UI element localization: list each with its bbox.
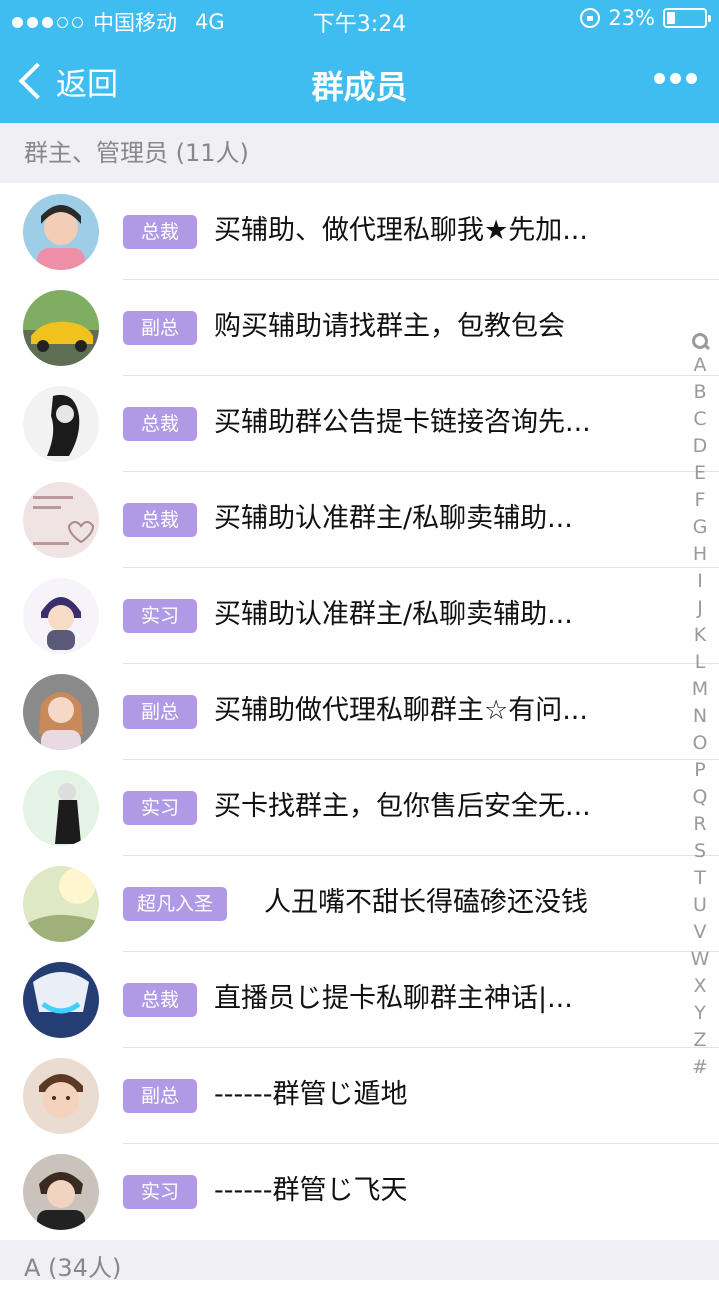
search-icon[interactable]	[690, 328, 710, 352]
nav-bar: 返回 群成员	[0, 40, 719, 123]
avatar	[23, 1154, 99, 1230]
index-letter[interactable]: U	[693, 892, 707, 919]
role-badge: 实习	[123, 599, 197, 633]
avatar	[23, 962, 99, 1038]
battery-icon	[663, 8, 711, 28]
member-name: 买辅助认准群主/私聊卖辅助...	[214, 503, 573, 534]
role-badge: 实习	[123, 791, 197, 825]
lock-rotation-icon	[580, 8, 601, 28]
member-row[interactable]: 副总 购买辅助请找群主，包教包会	[0, 280, 719, 376]
section-header-admins: 群主、管理员 (11人)	[0, 123, 719, 183]
member-name: 买辅助做代理私聊群主☆有问...	[214, 695, 588, 726]
avatar	[23, 770, 99, 846]
index-letter[interactable]: P	[694, 757, 705, 784]
member-row[interactable]: 总裁 买辅助、做代理私聊我★先加...	[0, 184, 719, 280]
role-badge: 总裁	[123, 407, 197, 441]
member-row[interactable]: 副总 ------群管じ遁地	[0, 1048, 719, 1144]
index-letter[interactable]: X	[693, 973, 706, 1000]
member-row[interactable]: 超凡入圣 人丑嘴不甜长得磕碜还没钱	[0, 856, 719, 952]
member-row[interactable]: 总裁 买辅助认准群主/私聊卖辅助...	[0, 472, 719, 568]
index-letter[interactable]: F	[695, 487, 706, 514]
member-row[interactable]: 实习 买卡找群主，包你售后安全无...	[0, 760, 719, 856]
index-letter[interactable]: E	[694, 460, 706, 487]
index-letter[interactable]: S	[694, 838, 706, 865]
index-letter[interactable]: J	[697, 595, 703, 622]
page-title: 群成员	[311, 68, 408, 106]
index-letter[interactable]: H	[693, 541, 707, 568]
status-bar: 中国移动 4G 下午3:24 23%	[0, 0, 719, 40]
dot	[686, 73, 697, 84]
index-letter[interactable]: B	[693, 379, 706, 406]
member-list: 总裁 买辅助、做代理私聊我★先加... 副总 购买辅助请找群主，包教包会 总裁 …	[0, 184, 719, 1240]
role-badge: 实习	[123, 1175, 197, 1209]
index-letter[interactable]: T	[694, 865, 706, 892]
dot	[670, 73, 681, 84]
role-badge: 总裁	[123, 215, 197, 249]
role-badge: 副总	[123, 1079, 197, 1113]
member-name: 直播员じ提卡私聊群主神话|...	[214, 983, 573, 1014]
index-letter[interactable]: C	[693, 406, 706, 433]
member-name: ------群管じ遁地	[214, 1079, 408, 1110]
avatar	[23, 1058, 99, 1134]
more-dots-icon[interactable]	[654, 73, 697, 84]
role-badge: 副总	[123, 695, 197, 729]
battery-percent: 23%	[608, 6, 655, 30]
index-letter[interactable]: A	[694, 352, 707, 379]
avatar	[23, 482, 99, 558]
member-row[interactable]: 总裁 直播员じ提卡私聊群主神话|...	[0, 952, 719, 1048]
member-row[interactable]: 总裁 买辅助群公告提卡链接咨询先...	[0, 376, 719, 472]
index-letter[interactable]: M	[692, 676, 708, 703]
member-name: 买辅助认准群主/私聊卖辅助...	[214, 599, 573, 630]
index-letter[interactable]: R	[693, 811, 706, 838]
member-name: 买辅助群公告提卡链接咨询先...	[214, 407, 591, 438]
member-name: ------群管じ飞天	[214, 1175, 408, 1206]
member-name: 买辅助、做代理私聊我★先加...	[214, 215, 588, 246]
index-letter[interactable]: Z	[693, 1027, 706, 1054]
avatar	[23, 866, 99, 942]
index-letter[interactable]: W	[691, 946, 710, 973]
index-letter[interactable]: O	[693, 730, 708, 757]
avatar	[23, 290, 99, 366]
avatar	[23, 194, 99, 270]
index-letter[interactable]: D	[693, 433, 708, 460]
member-name: 人丑嘴不甜长得磕碜还没钱	[264, 887, 588, 918]
role-badge: 超凡入圣	[123, 887, 228, 921]
index-letter[interactable]: Y	[694, 1000, 706, 1027]
member-row[interactable]: 实习 ------群管じ飞天	[0, 1144, 719, 1240]
index-letter[interactable]: K	[694, 622, 706, 649]
index-letter[interactable]: #	[692, 1054, 708, 1081]
index-letter[interactable]: I	[697, 568, 703, 595]
battery-fill	[667, 12, 676, 24]
index-letter[interactable]: N	[693, 703, 707, 730]
role-badge: 总裁	[123, 503, 197, 537]
index-letter[interactable]: V	[694, 919, 707, 946]
member-row[interactable]: 实习 买辅助认准群主/私聊卖辅助...	[0, 568, 719, 664]
member-name: 购买辅助请找群主，包教包会	[214, 311, 565, 342]
avatar	[23, 386, 99, 462]
index-letter[interactable]: L	[695, 649, 706, 676]
status-right: 23%	[580, 6, 711, 30]
member-name: 买卡找群主，包你售后安全无...	[214, 791, 591, 822]
section-header-a: A (34人)	[0, 1240, 719, 1282]
index-letter[interactable]: Q	[693, 784, 708, 811]
avatar	[23, 578, 99, 654]
avatar	[23, 674, 99, 750]
alphabet-index-bar: A B C D E F G H I J K L M N O P Q R S T U V W X Y Z #	[685, 328, 715, 1081]
role-badge: 总裁	[123, 983, 197, 1017]
index-letter[interactable]: G	[693, 514, 708, 541]
dot	[654, 73, 665, 84]
member-row[interactable]: 副总 买辅助做代理私聊群主☆有问...	[0, 664, 719, 760]
role-badge: 副总	[123, 311, 197, 345]
